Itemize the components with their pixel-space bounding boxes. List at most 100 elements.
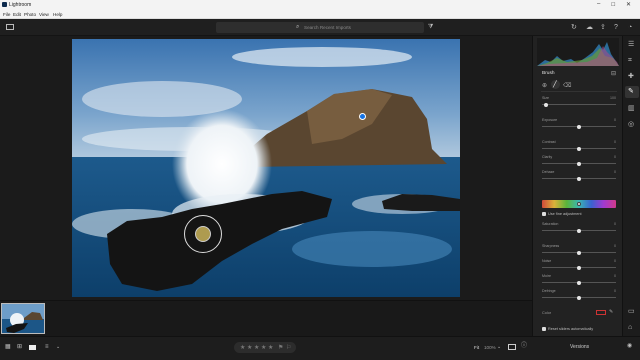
hue-gradient-slider[interactable]	[542, 200, 616, 208]
lightroom-logo-icon	[2, 2, 7, 7]
brush-reset-icon[interactable]: ⊟	[611, 70, 616, 77]
slider-knob[interactable]	[577, 228, 581, 233]
reset-sliders-label: Reset sliders automatically	[548, 327, 594, 331]
star-rating[interactable]: ★ ★ ★ ★ ★ ⚑ ⚐	[234, 342, 296, 353]
filmstrip	[0, 300, 532, 336]
square-grid-icon[interactable]: ⊞	[17, 344, 22, 351]
slider-knob[interactable]	[577, 295, 581, 300]
panel-toggle-icon[interactable]	[6, 24, 14, 30]
slider-label: Moire	[542, 274, 551, 278]
slider-value[interactable]: 0	[614, 259, 616, 263]
slider-knob[interactable]	[577, 146, 581, 151]
search-input[interactable]: ⌕ Search Recent Imports ⧩	[216, 22, 433, 33]
brush-rail-button[interactable]: ✎	[625, 86, 639, 98]
title-bar: Lightroom – ☐ ✕	[0, 0, 640, 10]
star-icon[interactable]: ★	[240, 344, 245, 351]
star-icon[interactable]: ★	[254, 344, 259, 351]
flag-pick-icon[interactable]: ⚑	[278, 344, 283, 351]
search-icon: ⌕	[296, 24, 300, 30]
hue-slider-knob[interactable]	[577, 202, 581, 206]
slider-track[interactable]	[542, 104, 616, 105]
activity-icon[interactable]: ◉	[627, 343, 632, 350]
slider-knob[interactable]	[577, 124, 581, 129]
slider-knob[interactable]	[577, 265, 581, 270]
slider-label: Dehaze	[542, 170, 555, 174]
slider-value[interactable]: 0	[614, 155, 616, 159]
filmstrip-thumbnail[interactable]	[1, 303, 45, 334]
healing-icon[interactable]: ✚	[628, 73, 634, 80]
slider-label: Clarity	[542, 155, 553, 159]
histogram-graph	[537, 42, 619, 66]
slider-value[interactable]: 0	[614, 170, 616, 174]
flag-reject-icon[interactable]: ⚐	[286, 344, 291, 351]
cloud-icon[interactable]: ☁	[586, 24, 593, 31]
menu-edit[interactable]: Edit	[13, 12, 21, 17]
slider-value[interactable]: 0	[614, 289, 616, 293]
minimize-icon[interactable]: –	[597, 1, 600, 7]
slider-label: Noise	[542, 259, 552, 263]
slider-label: Defringe	[542, 289, 556, 293]
zoom-level[interactable]: 100%	[484, 345, 496, 350]
slider-value[interactable]: 0	[614, 244, 616, 248]
sort-icon[interactable]: ≡	[45, 344, 49, 351]
close-icon[interactable]: ✕	[626, 1, 631, 8]
menu-bar: File Edit Photo View Help	[0, 10, 640, 19]
fit-button[interactable]: Fit	[474, 345, 479, 350]
window-title: Lightroom	[9, 2, 32, 8]
sync-icon[interactable]: ↻	[571, 24, 577, 31]
slider-value[interactable]: 0	[614, 140, 616, 144]
help-icon[interactable]: ?	[614, 24, 618, 31]
versions-button[interactable]: Versions	[570, 344, 589, 350]
brush-pin-icon[interactable]	[359, 113, 366, 120]
main-photo[interactable]	[72, 39, 460, 297]
slider-label: Saturation	[542, 222, 559, 226]
grid-view-icon[interactable]: ▦	[5, 344, 11, 351]
fine-adjustment-checkbox[interactable]	[542, 212, 546, 216]
menu-help[interactable]: Help	[53, 12, 62, 17]
detail-view-icon[interactable]	[29, 345, 36, 350]
erase-icon[interactable]: ⌫	[563, 82, 571, 89]
share-icon[interactable]: ⇪	[600, 24, 606, 31]
color-swatch[interactable]	[596, 310, 606, 315]
star-icon[interactable]: ★	[261, 344, 266, 351]
slider-knob[interactable]	[577, 176, 581, 181]
panel-title: Brush	[542, 71, 555, 76]
slider-knob[interactable]	[577, 250, 581, 255]
slider-value[interactable]: 0	[614, 222, 616, 226]
star-icon[interactable]: ★	[247, 344, 252, 351]
slider-value[interactable]: 100	[610, 96, 616, 100]
radial-gradient-icon[interactable]: ◎	[628, 121, 634, 128]
tag-icon[interactable]: ⌂	[628, 324, 632, 331]
photo-image	[72, 39, 460, 297]
slider-knob[interactable]	[577, 161, 581, 166]
before-after-icon[interactable]	[508, 344, 516, 350]
eyedropper-icon[interactable]: ✎	[609, 309, 613, 315]
add-mask-icon[interactable]: ⊕	[542, 82, 547, 89]
brush-tool-button[interactable]: ╱	[551, 80, 560, 89]
menu-view[interactable]: View	[39, 12, 49, 17]
slider-label: Sharpness	[542, 244, 560, 248]
sort-chevron-icon[interactable]: ⌄	[56, 344, 60, 351]
filter-icon[interactable]: ⧩	[428, 24, 433, 31]
comments-icon[interactable]: ▭	[628, 308, 635, 315]
reset-sliders-checkbox[interactable]	[542, 327, 546, 331]
info-icon[interactable]: ⓘ	[521, 343, 527, 350]
edit-sliders-icon[interactable]: ☰	[628, 41, 634, 48]
notifications-icon[interactable]: ◔	[628, 24, 632, 31]
color-label: Color	[542, 311, 552, 315]
brush-icon: ╱	[553, 82, 557, 88]
menu-file[interactable]: File	[3, 12, 10, 17]
slider-value[interactable]: 0	[614, 118, 616, 122]
star-icon[interactable]: ★	[268, 344, 273, 351]
tool-rail: ☰ ⌗ ✚ ✎ ▥ ◎ ▭ ⌂	[622, 36, 640, 336]
gradient-icon[interactable]: ▥	[628, 105, 635, 112]
photo-area	[0, 36, 532, 300]
slider-value[interactable]: 0	[614, 274, 616, 278]
slider-knob[interactable]	[577, 280, 581, 285]
maximize-icon[interactable]: ☐	[611, 2, 615, 8]
menu-photo[interactable]: Photo	[24, 12, 36, 17]
crop-icon[interactable]: ⌗	[628, 57, 632, 64]
slider-label: Contrast	[542, 140, 556, 144]
fine-adjustment-label: Use fine adjustment	[548, 212, 582, 216]
zoom-chevron-icon[interactable]: ⌄	[497, 344, 501, 351]
